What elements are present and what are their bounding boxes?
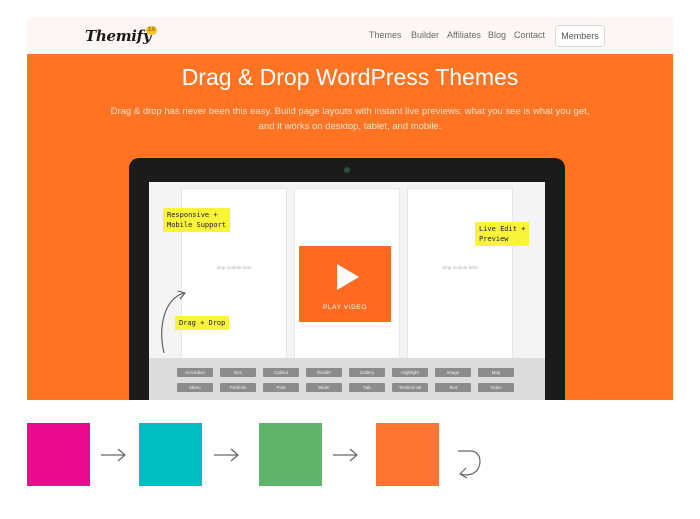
- drop-hint: drop module here: [442, 265, 478, 270]
- note-line: Live Edit +: [479, 225, 526, 233]
- play-icon: [337, 264, 359, 290]
- module-button[interactable]: Divider: [306, 368, 342, 377]
- module-button[interactable]: Tab: [349, 383, 385, 392]
- arrow-right-icon: [101, 448, 126, 462]
- layout-column-right[interactable]: drop module here: [407, 188, 513, 370]
- drop-hint: drop module here: [216, 265, 252, 270]
- color-swatch-cyan: [139, 423, 202, 486]
- loop-back-icon: [458, 450, 481, 479]
- module-button[interactable]: Slider: [306, 383, 342, 392]
- website-preview: Themify 2.0 Themes Builder Affiliates Bl…: [27, 17, 673, 400]
- arrow-right-icon: [333, 448, 358, 462]
- hero-subtitle: Drag & drop has never been this easy. Bu…: [110, 106, 590, 132]
- module-button[interactable]: Testimonial: [392, 383, 428, 392]
- site-header: Themify 2.0 Themes Builder Affiliates Bl…: [27, 17, 673, 55]
- color-swatch-green: [259, 423, 322, 486]
- module-palette: Accordion Box Callout Divider Gallery Hi…: [149, 358, 545, 400]
- hero-section: Drag & Drop WordPress Themes Drag & drop…: [27, 54, 673, 400]
- note-line: Mobile Support: [167, 221, 227, 229]
- module-button[interactable]: Accordion: [177, 368, 213, 377]
- laptop-frame: drop module here drop module here PLAY V…: [129, 158, 565, 400]
- nav-link-blog[interactable]: Blog: [488, 30, 506, 40]
- module-button[interactable]: Highlight: [392, 368, 428, 377]
- builder-screen: drop module here drop module here PLAY V…: [149, 182, 545, 400]
- note-line: Responsive +: [167, 211, 218, 219]
- module-button[interactable]: Video: [478, 383, 514, 392]
- main-nav: Themes Builder Affiliates Blog Contact M…: [27, 17, 673, 54]
- module-button[interactable]: Text: [435, 383, 471, 392]
- module-button[interactable]: Image: [435, 368, 471, 377]
- note-live-edit: Live Edit + Preview: [475, 222, 530, 246]
- module-button[interactable]: Portfolio: [220, 383, 256, 392]
- hero-title: Drag & Drop WordPress Themes: [181, 64, 519, 90]
- module-button[interactable]: Map: [478, 368, 514, 377]
- color-swatch-orange: [376, 423, 439, 486]
- note-line: Preview: [479, 235, 509, 243]
- curved-arrow-icon: [161, 290, 186, 354]
- nav-link-affiliates[interactable]: Affiliates: [447, 30, 481, 40]
- play-video-label: PLAY VIDEO: [322, 304, 368, 311]
- module-button[interactable]: Box: [220, 368, 256, 377]
- members-button[interactable]: Members: [555, 25, 605, 47]
- nav-link-contact[interactable]: Contact: [514, 30, 545, 40]
- module-button[interactable]: Gallery: [349, 368, 385, 377]
- nav-link-builder[interactable]: Builder: [411, 30, 439, 40]
- play-video-button[interactable]: PLAY VIDEO: [299, 246, 391, 322]
- note-responsive: Responsive + Mobile Support: [163, 208, 231, 232]
- arrow-right-icon: [214, 448, 239, 462]
- nav-link-themes[interactable]: Themes: [369, 30, 402, 40]
- module-button[interactable]: Post: [263, 383, 299, 392]
- color-swatch-magenta: [27, 423, 90, 486]
- module-button[interactable]: Callout: [263, 368, 299, 377]
- camera-icon: [344, 167, 350, 173]
- module-button[interactable]: Menu: [177, 383, 213, 392]
